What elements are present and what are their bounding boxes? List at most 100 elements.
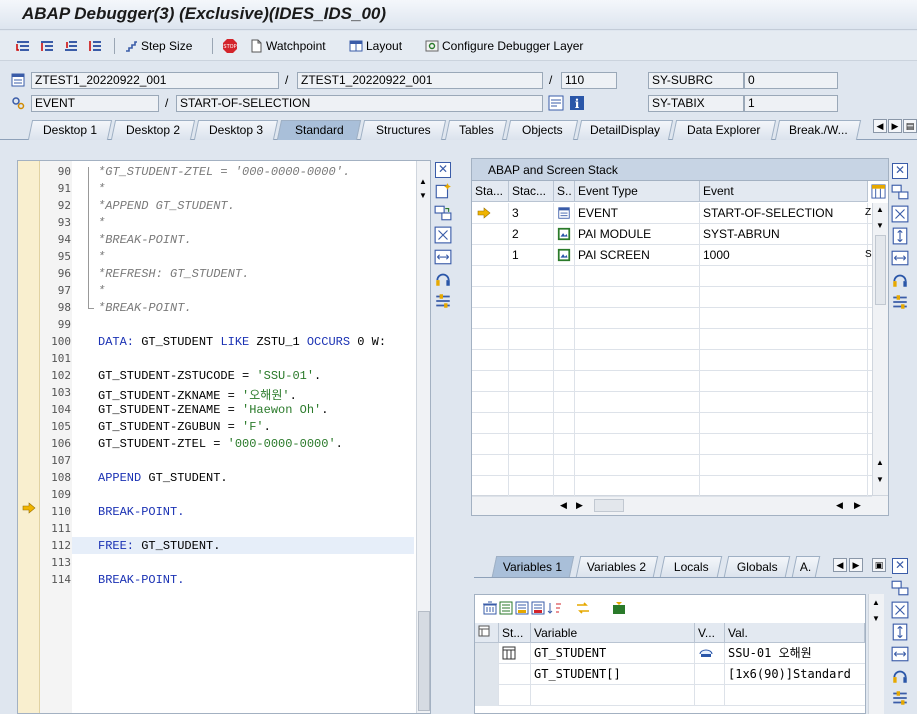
- variable-row[interactable]: [475, 685, 865, 706]
- tab-desktop-3[interactable]: Desktop 3: [193, 120, 279, 140]
- maximize-tool-icon[interactable]: [891, 601, 909, 619]
- layout-button[interactable]: Layout: [349, 37, 402, 55]
- sy-tabix-value[interactable]: 1: [744, 95, 838, 112]
- scroll-up-arrow[interactable]: ▲: [419, 177, 427, 186]
- maximize-tool-icon[interactable]: [891, 205, 909, 223]
- line-field[interactable]: 110: [561, 72, 617, 89]
- variables-vertical-scrollbar[interactable]: ▲ ▼: [868, 594, 884, 714]
- continue-button[interactable]: [88, 37, 102, 55]
- stack-header-event-type[interactable]: Event Type: [575, 181, 700, 202]
- tab-more[interactable]: A.: [791, 556, 821, 577]
- scroll-thumb[interactable]: [875, 235, 886, 305]
- stack-vertical-scrollbar[interactable]: ▲ ▼ ▲ ▼: [872, 203, 888, 495]
- tab-desktop-1[interactable]: Desktop 1: [27, 120, 113, 140]
- source-code-pane[interactable]: *GT_STUDENT-ZTEL = '000-0000-0000'. * *A…: [17, 160, 431, 714]
- stack-header-s[interactable]: S..: [554, 181, 575, 202]
- stack-header-level[interactable]: Stac...: [509, 181, 554, 202]
- source-icon[interactable]: [548, 95, 564, 111]
- event-field[interactable]: START-OF-SELECTION: [176, 95, 543, 112]
- var-header-v[interactable]: V...: [695, 623, 725, 643]
- execute-button[interactable]: [40, 37, 54, 55]
- tab-list-button[interactable]: ▣: [872, 558, 886, 572]
- tab-structures[interactable]: Structures: [359, 120, 447, 140]
- tab-detaildisplay[interactable]: DetailDisplay: [576, 120, 674, 140]
- services-icon[interactable]: [434, 270, 452, 288]
- expand-horizontal-icon[interactable]: [891, 249, 909, 267]
- configure-debugger-layer-button[interactable]: Configure Debugger Layer: [425, 37, 583, 55]
- scroll-up-arrow[interactable]: ▲: [876, 458, 884, 467]
- close-tool-button[interactable]: ✕: [892, 558, 908, 574]
- append-row-icon[interactable]: [515, 601, 531, 615]
- scroll-down-arrow[interactable]: ▼: [876, 221, 884, 230]
- services-icon[interactable]: [891, 667, 909, 685]
- swap-tool-icon[interactable]: [891, 183, 909, 201]
- stop-button[interactable]: STOP: [223, 37, 237, 55]
- scroll-down-arrow[interactable]: ▼: [876, 475, 884, 484]
- tab-breakpoints[interactable]: Break./W...: [774, 120, 862, 140]
- var-header-status[interactable]: St...: [499, 623, 531, 643]
- stack-header-status[interactable]: Sta...: [472, 181, 509, 202]
- services-icon[interactable]: [891, 271, 909, 289]
- close-tool-button[interactable]: ✕: [892, 163, 908, 179]
- close-tool-button[interactable]: ✕: [435, 162, 451, 178]
- var-header-icon[interactable]: [475, 623, 499, 643]
- stack-row[interactable]: 2 PAI MODULE SYST-ABRUN: [472, 224, 872, 245]
- tab-scroll-right-button[interactable]: ▶: [849, 558, 863, 572]
- event-type-field[interactable]: EVENT: [31, 95, 159, 112]
- sy-subrc-value[interactable]: 0: [744, 72, 838, 89]
- step-size-button[interactable]: Step Size: [124, 37, 192, 55]
- scroll-left-arrow[interactable]: ◀: [836, 500, 843, 511]
- expand-vertical-icon[interactable]: [891, 623, 909, 641]
- scroll-left-arrow[interactable]: ◀: [560, 500, 567, 511]
- scroll-thumb[interactable]: [594, 499, 624, 512]
- debugger-settings-icon[interactable]: [891, 293, 909, 311]
- stack-row[interactable]: 3 EVENT START-OF-SELECTION Z: [472, 203, 872, 224]
- program-field[interactable]: ZTEST1_20220922_001: [31, 72, 279, 89]
- variable-row[interactable]: GT_STUDENT[] [1x6(90)]Standard: [475, 664, 865, 685]
- debugger-settings-icon[interactable]: [891, 689, 909, 707]
- tab-variables-2[interactable]: Variables 2: [575, 556, 659, 577]
- tab-variables-1[interactable]: Variables 1: [491, 556, 575, 577]
- import-variables-icon[interactable]: [611, 601, 627, 615]
- var-header-variable[interactable]: Variable: [531, 623, 695, 643]
- debugger-settings-icon[interactable]: [434, 292, 452, 310]
- change-value-icon[interactable]: [698, 646, 714, 660]
- new-tool-icon[interactable]: [434, 182, 452, 200]
- tab-tables[interactable]: Tables: [444, 120, 508, 140]
- scroll-down-arrow[interactable]: ▼: [872, 614, 880, 623]
- tab-scroll-left-button[interactable]: ◀: [833, 558, 847, 572]
- sort-icon[interactable]: [547, 601, 563, 615]
- scroll-up-arrow[interactable]: ▲: [872, 598, 880, 607]
- tab-scroll-left-button[interactable]: ◀: [873, 119, 887, 133]
- tab-objects[interactable]: Objects: [505, 120, 579, 140]
- swap-tool-icon[interactable]: [891, 579, 909, 597]
- stack-header-event[interactable]: Event: [700, 181, 868, 202]
- tab-standard[interactable]: Standard: [276, 120, 362, 140]
- expand-horizontal-icon[interactable]: [434, 248, 452, 266]
- stack-horizontal-scrollbar[interactable]: ◀ ▶ ◀ ▶: [472, 495, 888, 515]
- delete-row-icon[interactable]: [531, 601, 547, 615]
- code-vertical-scrollbar[interactable]: ▲ ▼: [416, 161, 430, 713]
- swap-tool-icon[interactable]: [434, 204, 452, 222]
- expand-vertical-icon[interactable]: [891, 227, 909, 245]
- variable-row[interactable]: GT_STUDENT SSU-01 오해원: [475, 643, 865, 664]
- column-settings-icon[interactable]: [871, 184, 886, 199]
- scroll-right-arrow[interactable]: ▶: [576, 500, 583, 511]
- scroll-thumb[interactable]: [418, 611, 430, 711]
- transfer-icon[interactable]: [575, 601, 591, 615]
- return-button[interactable]: [64, 37, 78, 55]
- tab-desktop-2[interactable]: Desktop 2: [110, 120, 196, 140]
- scroll-down-arrow[interactable]: ▼: [419, 191, 427, 200]
- scroll-up-arrow[interactable]: ▲: [876, 205, 884, 214]
- delete-variable-icon[interactable]: [481, 601, 499, 615]
- var-header-value[interactable]: Val.: [725, 623, 865, 643]
- scroll-right-arrow[interactable]: ▶: [854, 500, 861, 511]
- maximize-tool-icon[interactable]: [434, 226, 452, 244]
- include-field[interactable]: ZTEST1_20220922_001: [297, 72, 543, 89]
- tab-globals[interactable]: Globals: [723, 556, 791, 577]
- info-icon[interactable]: i: [569, 95, 585, 111]
- stack-row[interactable]: 1 PAI SCREEN 1000 S: [472, 245, 872, 266]
- single-step-button[interactable]: [16, 37, 30, 55]
- expand-horizontal-icon[interactable]: [891, 645, 909, 663]
- watchpoint-button[interactable]: Watchpoint: [249, 37, 326, 55]
